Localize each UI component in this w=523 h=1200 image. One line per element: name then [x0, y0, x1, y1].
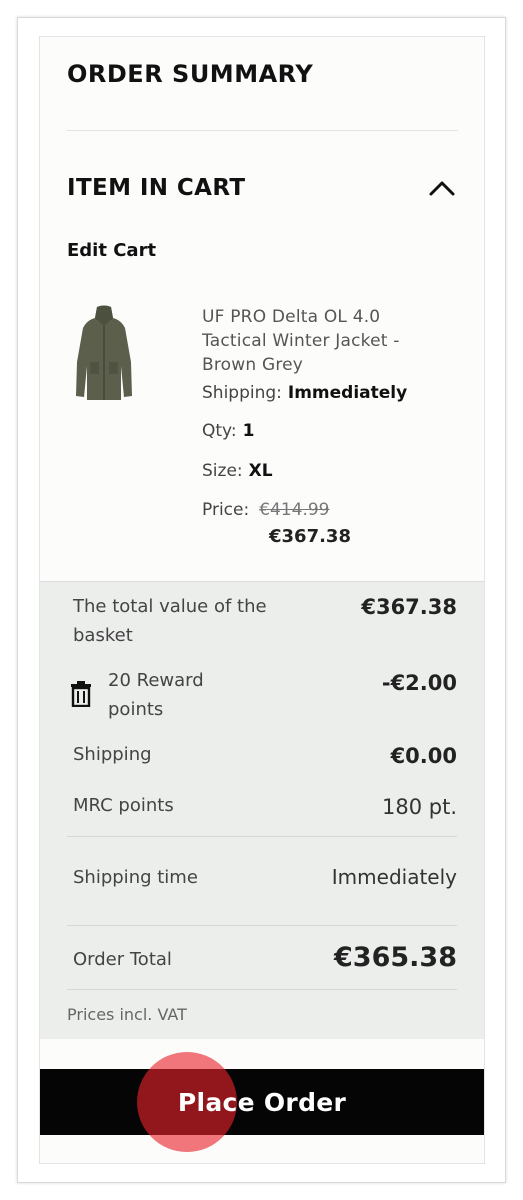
divider	[67, 130, 458, 131]
size-label: Size:	[202, 461, 243, 481]
product-shipping: Shipping: Immediately	[202, 383, 407, 403]
mrc-points-value: 180 pt.	[382, 795, 457, 819]
place-order-button[interactable]: Place Order	[40, 1069, 484, 1135]
shipping-time-value: Immediately	[331, 865, 457, 889]
shipping-value: €0.00	[390, 744, 457, 768]
basket-total-label: The total value of the basket	[73, 596, 267, 646]
divider	[67, 925, 457, 926]
product-price: Price: €414.99	[202, 500, 330, 520]
qty-label: Qty:	[202, 421, 237, 441]
cart-section-title: ITEM IN CART	[67, 175, 246, 201]
shipping-time-label: Shipping time	[73, 867, 198, 888]
mrc-points-label: MRC points	[73, 795, 174, 816]
place-order-label: Place Order	[177, 1087, 347, 1117]
chevron-up-icon[interactable]	[426, 172, 458, 204]
order-total-label: Order Total	[73, 949, 172, 970]
jacket-image[interactable]	[75, 304, 133, 404]
edit-cart-link[interactable]: Edit Cart	[67, 240, 156, 261]
divider	[67, 836, 457, 837]
price-label: Price:	[202, 500, 250, 520]
size-value: XL	[248, 461, 273, 481]
order-summary-title: ORDER SUMMARY	[67, 60, 314, 88]
totals-panel: The total value of the basket €367.38 20…	[40, 581, 484, 1039]
cart-section-header[interactable]: ITEM IN CART	[67, 168, 458, 208]
final-price: €367.38	[269, 526, 351, 547]
basket-total-value: €367.38	[361, 595, 457, 619]
original-price: €414.99	[259, 500, 330, 520]
trash-icon[interactable]	[70, 681, 92, 707]
vat-note: Prices incl. VAT	[67, 1005, 187, 1024]
qty-value: 1	[242, 421, 255, 441]
reward-points-value: -€2.00	[381, 671, 457, 695]
shipping-value: Immediately	[287, 383, 408, 403]
divider	[67, 989, 457, 990]
product-size: Size: XL	[202, 461, 273, 481]
shipping-label: Shipping:	[202, 383, 282, 403]
order-total-value: €365.38	[334, 942, 457, 973]
product-name[interactable]: UF PRO Delta OL 4.0 Tactical Winter Jack…	[202, 305, 442, 377]
shipping-label: Shipping	[73, 744, 152, 765]
product-qty: Qty: 1	[202, 421, 254, 441]
reward-points-label: 20 Reward points	[108, 670, 204, 720]
